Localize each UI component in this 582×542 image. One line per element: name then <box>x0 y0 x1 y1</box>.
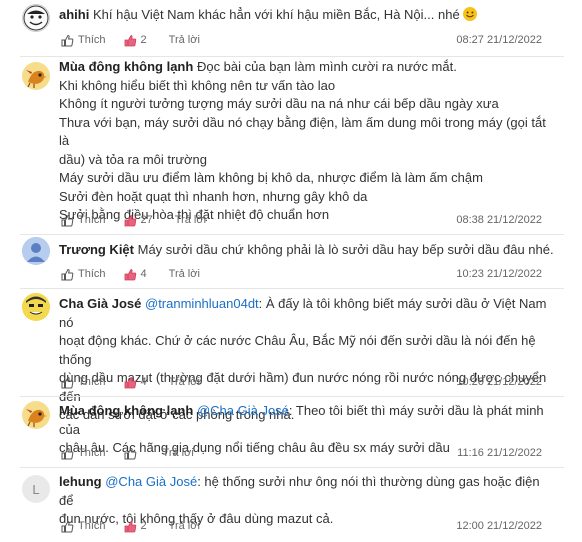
divider <box>20 234 564 235</box>
comment-timestamp: 11:16 21/12/2022 <box>457 447 542 459</box>
comment-text: Không ít người tưởng tượng máy sưởi dầu … <box>59 96 499 111</box>
comment-actions: Thích 2 Trả lời 08:27 21/12/2022 <box>59 30 542 50</box>
vote-count-badge[interactable]: 4 <box>124 268 147 281</box>
vote-count-badge[interactable]: 4 <box>124 376 147 389</box>
reply-button[interactable]: Trả lời <box>163 447 194 459</box>
comment-text: Khi không hiểu biết thì không nên tư vấn… <box>59 77 336 93</box>
comment-timestamp: 10:23 21/12/2022 <box>456 268 542 280</box>
like-label: Thích <box>78 520 106 532</box>
reply-button[interactable]: Trả lời <box>169 268 200 280</box>
thumbs-up-heart-icon <box>124 376 136 388</box>
vote-count-badge[interactable]: 2 <box>124 34 147 47</box>
comment-timestamp: 10:26 21/12/2022 <box>456 376 542 388</box>
comment-text: Khí hậu Việt Nam khác hẳn với khí hậu mi… <box>92 7 460 22</box>
vote-count: 2 <box>140 520 147 532</box>
thumbs-up-heart-icon <box>124 268 136 280</box>
mention-link[interactable]: @Cha Già José <box>197 403 289 418</box>
bird-avatar[interactable] <box>22 401 50 429</box>
thumbs-up-icon <box>61 520 74 532</box>
vote-count-badge[interactable] <box>124 447 141 460</box>
default-user-avatar[interactable] <box>22 237 50 265</box>
comment-actions: Thích 4 Trả lời 10:23 21/12/2022 <box>59 264 542 284</box>
vote-count-badge[interactable]: 27 <box>124 214 153 227</box>
author-name[interactable]: Mùa đông không lạnh <box>59 59 193 74</box>
author-name[interactable]: lehung <box>59 474 102 489</box>
like-button[interactable]: Thích <box>61 34 106 47</box>
like-label: Thích <box>78 447 106 459</box>
like-button[interactable]: Thích <box>61 447 106 460</box>
smile-emoji-icon <box>462 7 477 21</box>
mention-link[interactable]: @Cha Già José <box>105 474 197 489</box>
thumbs-up-icon <box>61 268 74 280</box>
vote-count: 4 <box>140 268 147 280</box>
comment-text: Sưởi đèn hoặt quạt thì nhanh hơn, nhưng … <box>59 188 368 204</box>
thumbs-up-icon <box>61 34 74 46</box>
author-name[interactable]: ahihi <box>59 7 89 22</box>
vote-count: 27 <box>140 214 153 226</box>
author-name[interactable]: Cha Già José <box>59 296 141 311</box>
like-label: Thích <box>78 214 106 226</box>
comment-timestamp: 12:00 21/12/2022 <box>456 520 542 532</box>
comment-timestamp: 08:27 21/12/2022 <box>456 34 542 46</box>
like-button[interactable]: Thích <box>61 376 106 389</box>
comment-text: Máy sưởi dầu ưu điểm làm không bị khô da… <box>59 170 483 185</box>
avatar-letter: L <box>32 481 40 497</box>
letter-l-avatar[interactable]: L <box>22 475 50 503</box>
thumbs-up-heart-icon <box>124 34 136 46</box>
like-button[interactable]: Thích <box>61 268 106 281</box>
like-label: Thích <box>78 376 106 388</box>
like-button[interactable]: Thích <box>61 214 106 227</box>
reply-button[interactable]: Trả lời <box>169 520 200 532</box>
divider <box>20 396 564 397</box>
meme-face-avatar[interactable] <box>22 4 50 32</box>
thumbs-up-heart-icon <box>124 520 136 532</box>
comment-timestamp: 08:38 21/12/2022 <box>456 214 542 226</box>
comment-text: Thưa với bạn, máy sưởi dầu nó chạy bằng … <box>59 114 546 149</box>
comment-text: Đọc bài của bạn làm mình cười ra nước mắ… <box>196 59 457 74</box>
comment-text: hoạt động khác. Chứ ở các nước Châu Âu, … <box>59 333 536 367</box>
divider <box>20 56 564 57</box>
cartoon-face-avatar[interactable] <box>22 293 50 321</box>
vote-count: 2 <box>140 34 147 46</box>
reply-button[interactable]: Trả lời <box>175 214 206 226</box>
thumbs-up-heart-icon <box>124 214 136 226</box>
divider <box>20 467 564 468</box>
comment-actions: Thích 27 Trả lời 08:38 21/12/2022 <box>59 210 542 230</box>
vote-count: 4 <box>140 376 147 388</box>
reply-button[interactable]: Trả lời <box>169 34 200 46</box>
like-label: Thích <box>78 268 106 280</box>
comment-text: dầu) và tỏa ra môi trường <box>59 151 208 167</box>
thumbs-up-icon <box>61 447 74 459</box>
divider <box>20 288 564 289</box>
like-label: Thích <box>78 34 106 46</box>
bird-avatar[interactable] <box>22 62 50 90</box>
vote-count-badge[interactable]: 2 <box>124 520 147 533</box>
author-name[interactable]: Trương Kiệt <box>59 242 134 257</box>
comment-text: Máy sưởi dầu chứ không phải là lò sưởi d… <box>137 242 554 257</box>
mention-link[interactable]: @tranminhluan04dt <box>145 296 259 311</box>
comment-actions: Thích 4 Trả lời 10:26 21/12/2022 <box>59 372 542 392</box>
thumbs-up-heart-icon <box>124 447 136 459</box>
reply-button[interactable]: Trả lời <box>169 376 200 388</box>
like-button[interactable]: Thích <box>61 520 106 533</box>
author-name[interactable]: Mùa đông không lạnh <box>59 403 193 418</box>
thumbs-up-icon <box>61 214 74 226</box>
thumbs-up-icon <box>61 376 74 388</box>
comment-actions: Thích 2 Trả lời 12:00 21/12/2022 <box>59 516 542 536</box>
comment-actions: Thích Trả lời 11:16 21/12/2022 <box>59 443 542 463</box>
